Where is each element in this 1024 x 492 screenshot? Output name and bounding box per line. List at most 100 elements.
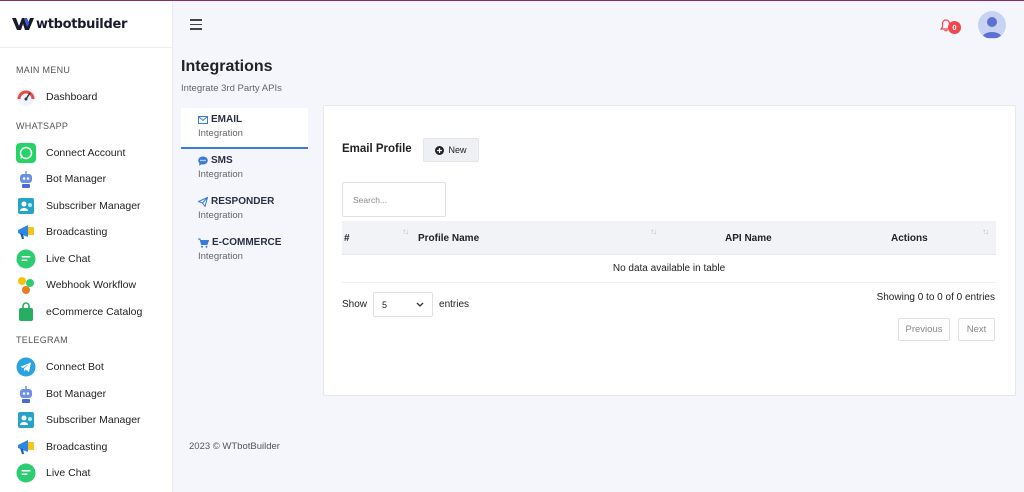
shopping-bag-icon xyxy=(16,302,36,322)
sidebar-item-label: Webhook Workflow xyxy=(46,279,137,292)
previous-button[interactable]: Previous xyxy=(898,318,950,341)
integration-nav: EMAIL Integration SMS Integration RESPONDER I… xyxy=(181,108,308,272)
sidebar-item-label: Connect Account xyxy=(46,146,126,159)
hamburger-menu-icon[interactable] xyxy=(190,19,202,33)
page-size-value: 5 xyxy=(382,299,388,310)
broadcast-icon xyxy=(16,437,36,457)
page-length-control: Show 5 entries xyxy=(342,292,469,317)
whatsapp-icon xyxy=(16,142,36,163)
sidebar-item-subscriber-manager[interactable]: Subscriber Manager xyxy=(0,193,172,220)
card-title: Email Profile xyxy=(342,143,412,155)
sidebar-item-bot-manager[interactable]: Bot Manager xyxy=(0,166,172,193)
integration-tab-email[interactable]: EMAIL Integration xyxy=(181,108,308,149)
sidebar-item-broadcasting[interactable]: Broadcasting xyxy=(0,219,172,246)
sms-icon xyxy=(198,156,208,166)
search-input[interactable] xyxy=(342,182,446,217)
brand[interactable]: wtbotbuilder xyxy=(0,1,172,48)
sidebar-item-label: Live Chat xyxy=(46,252,91,265)
sidebar-item-live-chat[interactable]: Live Chat xyxy=(0,460,172,487)
user-avatar[interactable] xyxy=(978,11,1006,39)
pagination: Previous Next xyxy=(898,318,995,341)
integration-tab-title: E-COMMERCE xyxy=(198,237,308,248)
new-profile-button[interactable]: New xyxy=(423,138,479,162)
paper-plane-icon xyxy=(198,196,208,207)
integration-tab-e-commerce[interactable]: E-COMMERCE Integration xyxy=(181,231,308,272)
cart-icon xyxy=(198,238,209,248)
sort-icon: ↑↓ xyxy=(982,227,989,236)
email-profile-card: Email Profile New # ↑↓ Profile Name ↑↓ A… xyxy=(323,105,1016,396)
robot-icon xyxy=(16,384,36,404)
sidebar-item-label: Broadcasting xyxy=(46,226,108,239)
column-header-actions[interactable]: Actions xyxy=(891,221,928,255)
sidebar-item-webhook-workflow[interactable]: Webhook Workflow xyxy=(0,272,172,299)
column-header-profile-name[interactable]: Profile Name xyxy=(418,221,479,255)
page-subtitle: Integrate 3rd Party APIs xyxy=(181,83,282,94)
column-header-number[interactable]: # xyxy=(344,221,350,255)
show-label: Show xyxy=(342,299,368,310)
sidebar-menu: MAIN MENU Dashboard WHATSAPP Connect Accoun… xyxy=(0,61,172,487)
sidebar-item-label: Bot Manager xyxy=(46,173,107,186)
next-button[interactable]: Next xyxy=(958,318,995,341)
footer-copyright: 2023 © WTbotBuilder xyxy=(189,441,280,452)
subscribers-icon xyxy=(16,196,36,216)
envelope-icon xyxy=(198,115,208,124)
user-icon xyxy=(982,17,1002,38)
integration-tab-label: EMAIL xyxy=(211,114,243,125)
sidebar-item-bot-manager[interactable]: Bot Manager xyxy=(0,381,172,408)
sort-icon: ↑↓ xyxy=(650,227,657,236)
integration-tab-title: EMAIL xyxy=(198,114,308,125)
page-size-select[interactable]: 5 xyxy=(373,292,434,317)
chat-icon xyxy=(16,249,36,269)
integration-tab-subtitle: Integration xyxy=(198,128,243,139)
integration-tab-subtitle: Integration xyxy=(198,210,243,221)
profiles-table: # ↑↓ Profile Name ↑↓ API Name Actions ↑↓… xyxy=(342,221,996,283)
w-logo-icon xyxy=(12,18,34,30)
table-info: Showing 0 to 0 of 0 entries xyxy=(876,292,995,303)
sidebar-item-label: Dashboard xyxy=(46,91,98,104)
integration-tab-label: E-COMMERCE xyxy=(212,237,282,248)
empty-table-message: No data available in table xyxy=(612,263,726,274)
webhook-icon xyxy=(16,275,36,295)
sidebar-item-broadcasting[interactable]: Broadcasting xyxy=(0,434,172,461)
menu-section-title: TELEGRAM xyxy=(16,335,68,345)
sidebar-item-label: Connect Bot xyxy=(46,361,104,374)
sidebar-item-connect-account[interactable]: Connect Account xyxy=(0,140,172,167)
sidebar-item-ecommerce-catalog[interactable]: eCommerce Catalog xyxy=(0,299,172,326)
table-header: # ↑↓ Profile Name ↑↓ API Name Actions ↑↓ xyxy=(342,221,996,255)
subscribers-icon xyxy=(16,410,36,430)
sidebar: wtbotbuilder MAIN MENU Dashboard WHATSAPP C… xyxy=(0,1,173,492)
integration-tab-subtitle: Integration xyxy=(198,251,243,262)
menu-section-title: MAIN MENU xyxy=(16,65,71,75)
sidebar-item-subscriber-manager[interactable]: Subscriber Manager xyxy=(0,407,172,434)
sidebar-item-label: Live Chat xyxy=(46,467,91,480)
sidebar-item-live-chat[interactable]: Live Chat xyxy=(0,246,172,273)
sidebar-item-label: Bot Manager xyxy=(46,387,107,400)
integration-tab-title: RESPONDER xyxy=(198,196,308,207)
chevron-down-icon xyxy=(416,302,424,307)
sidebar-item-label: Subscriber Manager xyxy=(46,199,141,212)
plus-circle-icon xyxy=(435,145,445,155)
integration-tab-subtitle: Integration xyxy=(198,169,243,180)
sidebar-item-label: Broadcasting xyxy=(46,440,108,453)
sidebar-item-dashboard[interactable]: Dashboard xyxy=(0,84,172,111)
broadcast-icon xyxy=(16,222,36,242)
integration-tab-responder[interactable]: RESPONDER Integration xyxy=(181,190,308,231)
top-header: 0 xyxy=(174,1,1024,49)
column-header-api-name[interactable]: API Name xyxy=(725,221,772,255)
sort-icon: ↑↓ xyxy=(402,227,409,236)
empty-table-row: No data available in table xyxy=(342,255,996,283)
dashboard-icon xyxy=(16,87,36,107)
integration-tab-label: RESPONDER xyxy=(211,196,275,207)
brand-name: wtbotbuilder xyxy=(36,16,128,32)
sidebar-item-label: eCommerce Catalog xyxy=(46,305,143,318)
entries-label: entries xyxy=(439,299,470,310)
notification-bell[interactable]: 0 xyxy=(940,18,962,36)
integration-tab-label: SMS xyxy=(211,155,233,166)
brand-logo: wtbotbuilder xyxy=(12,17,127,32)
telegram-icon xyxy=(16,357,36,377)
notification-count: 0 xyxy=(948,21,961,34)
integration-tab-sms[interactable]: SMS Integration xyxy=(181,149,308,190)
page-title: Integrations xyxy=(181,58,273,75)
chat-icon xyxy=(16,463,36,483)
sidebar-item-connect-bot[interactable]: Connect Bot xyxy=(0,354,172,381)
